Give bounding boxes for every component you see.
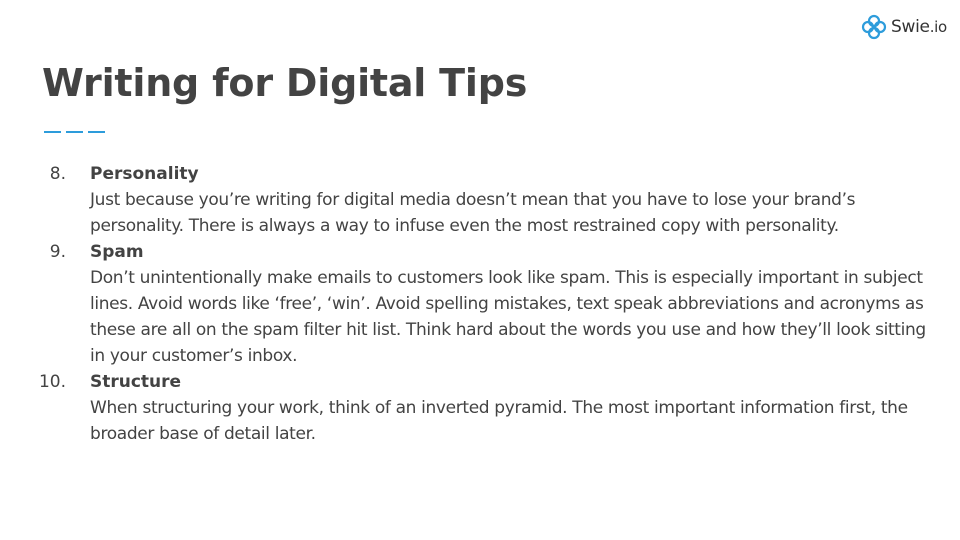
- underline-dash: [44, 131, 61, 133]
- tip-heading: Structure: [90, 372, 182, 392]
- title-underline: [44, 131, 106, 133]
- tip-heading: Personality: [90, 164, 199, 184]
- tip-item-spam: 9. Spam Don’t unintentionally make email…: [0, 239, 930, 369]
- tip-body: When structuring your work, think of an …: [90, 398, 908, 444]
- tip-body: Just because you’re writing for digital …: [90, 190, 856, 236]
- tip-item-personality: 8. Personality Just because you’re writi…: [0, 161, 930, 239]
- tip-heading: Spam: [90, 242, 144, 262]
- tips-list: 8. Personality Just because you’re writi…: [0, 161, 960, 447]
- tip-number: 10.: [38, 372, 66, 392]
- knot-logo-icon: [861, 14, 887, 40]
- underline-dash: [88, 131, 105, 133]
- brand-tld: .io: [929, 18, 948, 36]
- tip-number: 9.: [49, 242, 66, 262]
- slide-title: Writing for Digital Tips: [42, 61, 528, 105]
- tip-body: Don’t unintentionally make emails to cus…: [90, 268, 926, 366]
- brand-name: Swie: [891, 17, 930, 37]
- tip-number: 8.: [49, 164, 66, 184]
- underline-dash: [66, 131, 83, 133]
- tip-item-structure: 10. Structure When structuring your work…: [0, 369, 930, 447]
- brand-logo: Swie.io: [860, 12, 947, 42]
